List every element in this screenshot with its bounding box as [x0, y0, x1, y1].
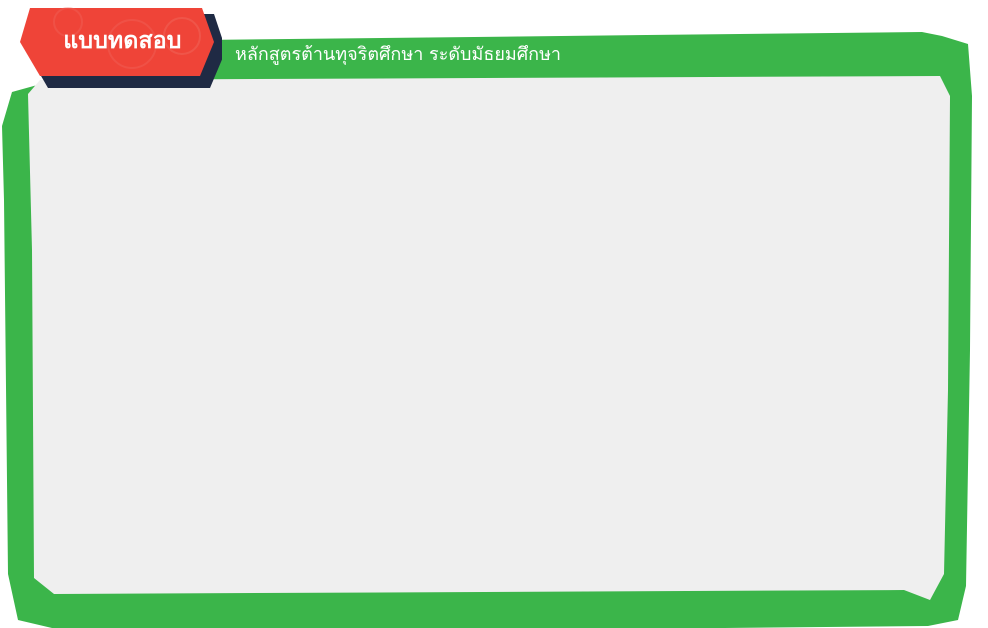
course-subtitle: หลักสูตรต้านทุจริตศึกษา ระดับมัธยมศึกษา: [235, 44, 562, 65]
test-badge: แบบทดสอบ: [12, 2, 222, 90]
green-frame: [2, 32, 972, 628]
gray-content-panel: [28, 76, 950, 600]
slide-frame: แบบทดสอบ หลักสูตรต้านทุจริตศึกษา ระดับมั…: [0, 0, 988, 628]
badge-title: แบบทดสอบ: [63, 28, 182, 54]
